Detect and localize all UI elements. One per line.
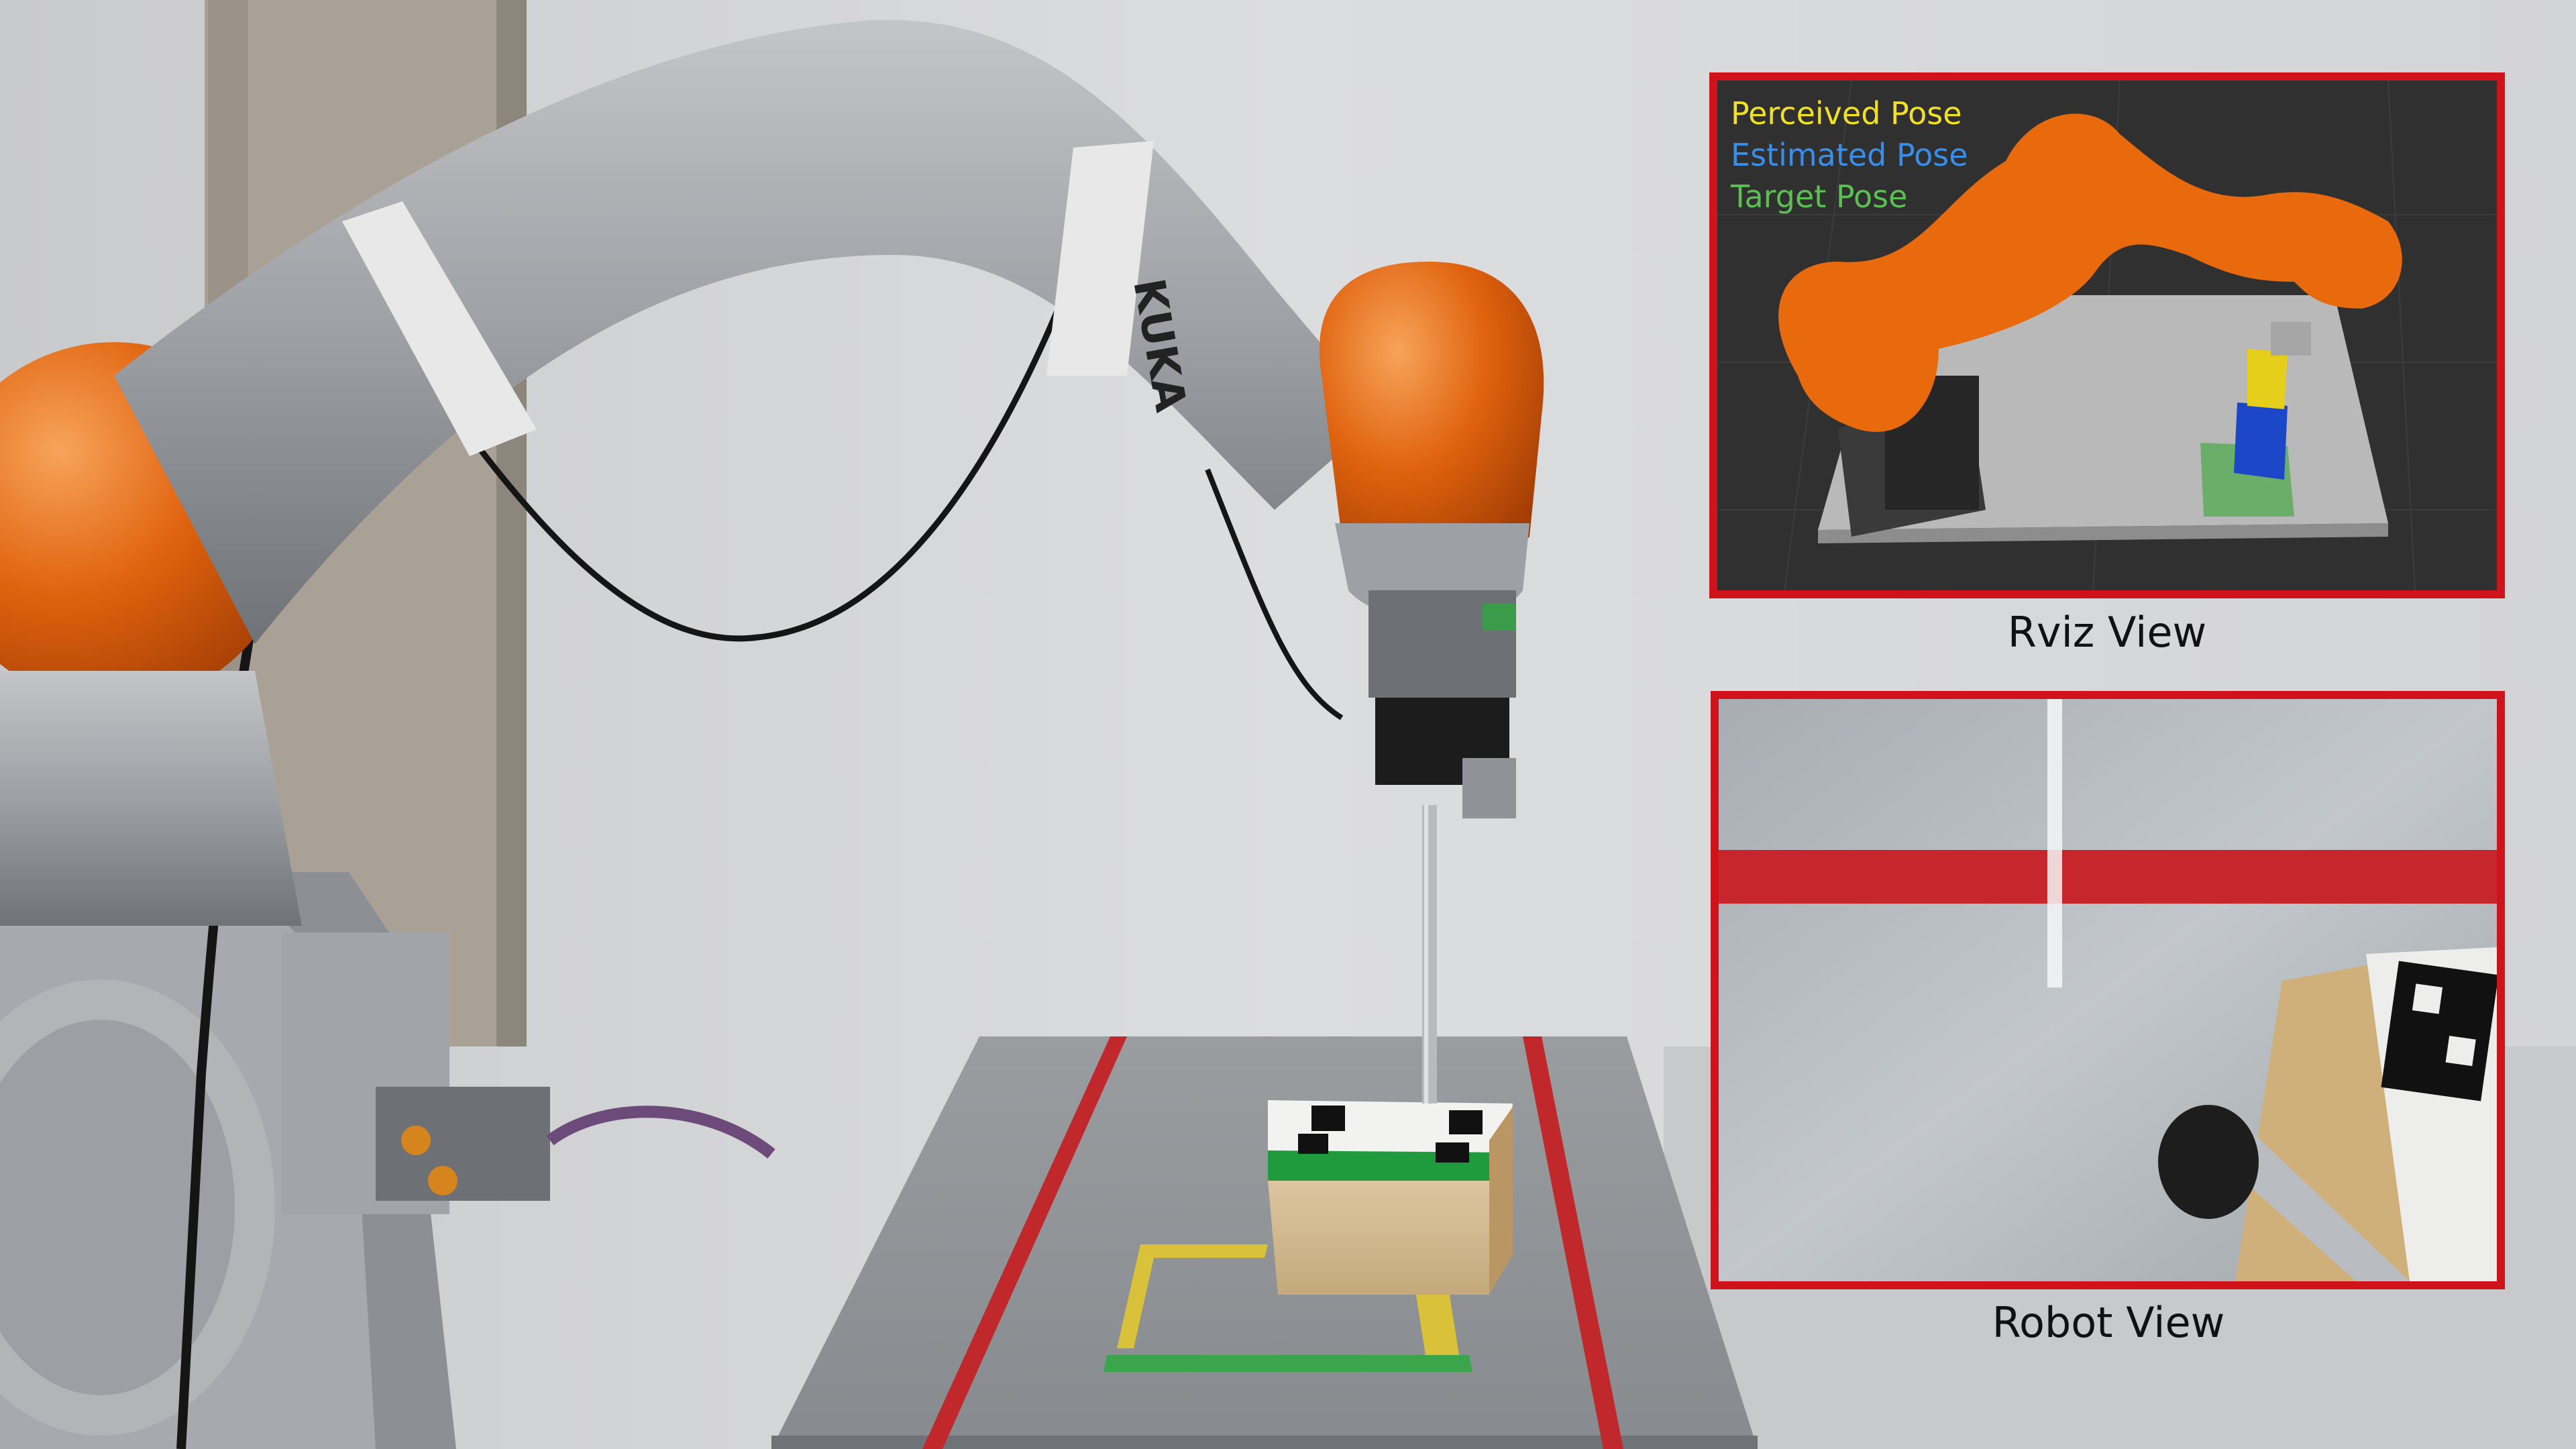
cam-marker (2381, 961, 2497, 1102)
robot-view-caption: Robot View (1992, 1298, 2225, 1347)
robot-camera-image (1719, 699, 2497, 1281)
wooden-block (1268, 1100, 1513, 1295)
arm-wrist-joint (1319, 262, 1544, 562)
rviz-caption: Rviz View (2007, 608, 2207, 657)
legend-estimated-pose: Estimated Pose (1731, 137, 1968, 173)
robot-view-panel (1711, 691, 2505, 1289)
rviz-estimated-cube (2234, 402, 2288, 480)
rviz-legend: Perceived Pose Estimated Pose Target Pos… (1731, 93, 1968, 217)
legend-perceived-pose: Perceived Pose (1731, 95, 1962, 131)
legend-target-pose: Target Pose (1731, 178, 1908, 215)
rviz-perceived-pose (2247, 349, 2288, 409)
target-outline-green (1104, 1355, 1472, 1372)
cam-red-tape (1719, 850, 2497, 904)
cam-rod-tip (2158, 1105, 2259, 1219)
rviz-panel: Perceived Pose Estimated Pose Target Pos… (1709, 72, 2505, 598)
